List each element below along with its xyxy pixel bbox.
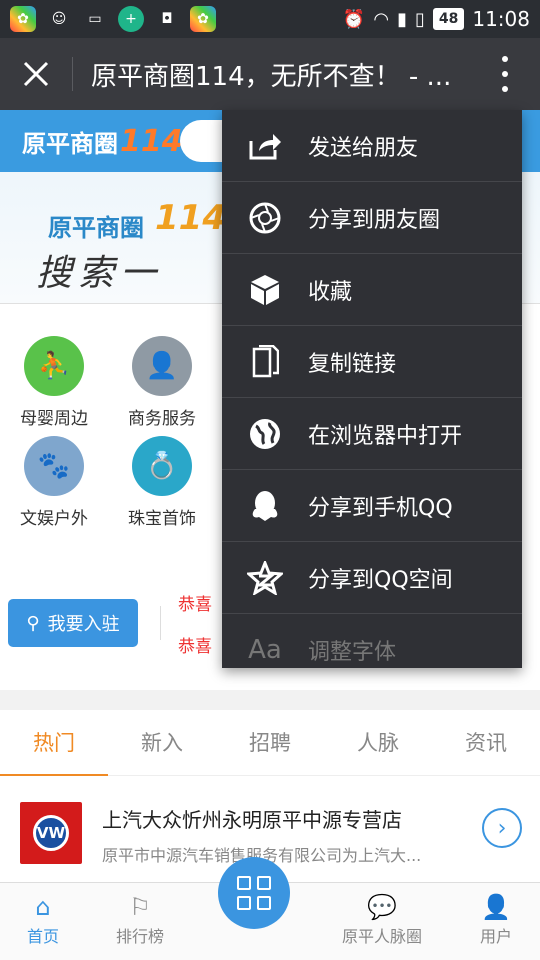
congrats-text: 恭喜 <box>178 595 212 615</box>
tab-new[interactable]: 新入 <box>108 710 216 775</box>
join-button[interactable]: ⚲ 我要入驻 <box>8 599 138 647</box>
grid-icon <box>237 876 271 910</box>
menu-favorite[interactable]: 收藏 <box>222 254 522 326</box>
flag-icon: ⚐ <box>129 893 151 921</box>
category-label: 母婴周边 <box>20 409 88 429</box>
plus-icon: + <box>118 6 144 32</box>
hero-title: 原平商圈 <box>48 214 144 242</box>
chevron-right-icon[interactable]: › <box>482 808 522 848</box>
nav-label: 用户 <box>479 927 512 946</box>
menu-label: 收藏 <box>308 279 353 305</box>
nav-label: 排行榜 <box>115 927 164 946</box>
page-title: 原平商圈114，无所不查！ - ... <box>91 61 452 92</box>
globe-icon <box>222 417 308 451</box>
category-label: 珠宝首饰 <box>128 509 196 529</box>
app-store-icon: ✿ <box>10 6 36 32</box>
battery-level: 48 <box>432 8 465 30</box>
hero-slogan: 搜索一 <box>36 253 163 294</box>
listing-description: 原平市中源汽车销售服务有限公司为上汽大... <box>102 846 422 865</box>
ring-icon: 💍 <box>132 436 192 496</box>
title-bar: 原平商圈114，无所不查！ - ... <box>0 38 540 110</box>
nav-network[interactable]: 💬 原平人脉圈 <box>332 893 432 947</box>
menu-label: 分享到手机QQ <box>308 495 453 521</box>
share-out-icon <box>222 131 308 161</box>
listing-title: 上汽大众忻州永明原平中源专营店 <box>102 808 402 832</box>
wifi-icon: ◠ <box>373 8 390 30</box>
home-icon: ⌂ <box>35 893 51 921</box>
title-divider <box>72 57 73 91</box>
menu-label: 复制链接 <box>308 351 397 377</box>
signal-icon: ▮ <box>397 8 407 30</box>
close-button[interactable] <box>0 38 72 110</box>
user-outline-icon: ⚲ <box>26 612 40 634</box>
user-icon: 👤 <box>481 893 511 921</box>
share-menu: 发送给朋友 分享到朋友圈 收藏 复制链接 在浏览器中打开 分享到手机QQ 分享到… <box>222 110 522 668</box>
paw-icon: 🐾 <box>24 436 84 496</box>
menu-copy-link[interactable]: 复制链接 <box>222 326 522 398</box>
nav-label: 原平人脉圈 <box>341 927 422 946</box>
qq-icon <box>222 489 308 523</box>
menu-label: 分享到QQ空间 <box>308 567 453 593</box>
clock: 11:08 <box>472 7 530 31</box>
alarm-icon: ⏰ <box>342 8 366 30</box>
aperture-icon <box>222 201 308 235</box>
more-dot <box>502 86 508 92</box>
tab-jobs[interactable]: 招聘 <box>216 710 324 775</box>
site-logo-text: 原平商圈 <box>22 129 118 158</box>
nav-ranking[interactable]: ⚐ 排行榜 <box>90 893 190 947</box>
menu-open-in-browser[interactable]: 在浏览器中打开 <box>222 398 522 470</box>
maternity-icon: ⛹ <box>24 336 84 396</box>
vw-badge-icon: VW <box>33 815 69 851</box>
menu-share-qzone[interactable]: 分享到QQ空间 <box>222 542 522 614</box>
bottom-nav: ⌂ 首页 ⚐ 排行榜 💬 原平人脉圈 👤 用户 <box>0 857 540 960</box>
shield-icon: ◘ <box>161 11 173 27</box>
more-options-button[interactable] <box>490 56 520 92</box>
category-label: 文娱户外 <box>20 509 88 529</box>
businessman-icon: 👤 <box>132 336 192 396</box>
sim-icon: ▯ <box>414 8 425 30</box>
menu-share-moments[interactable]: 分享到朋友圈 <box>222 182 522 254</box>
nav-home[interactable]: ⌂ 首页 <box>0 893 93 947</box>
menu-label: 在浏览器中打开 <box>308 423 463 449</box>
category-business[interactable]: 👤 商务服务 <box>112 336 212 429</box>
join-button-label: 我要入驻 <box>47 614 120 635</box>
menu-label: 调整字体 <box>308 640 397 665</box>
nav-label: 首页 <box>26 927 59 946</box>
tab-bar: 热门 新入 招聘 人脉 资讯 <box>0 710 540 776</box>
app-store-icon-2: ✿ <box>190 6 216 32</box>
face-icon: ☺ <box>51 11 67 27</box>
menu-label: 分享到朋友圈 <box>308 207 441 233</box>
status-bar: ✿ ☺ ▭ + ◘ ✿ ⏰ ◠ ▮ ▯ 48 11:08 <box>0 0 540 38</box>
category-jewelry[interactable]: 💍 珠宝首饰 <box>112 436 212 529</box>
congrats-text: 恭喜 <box>178 637 212 657</box>
tab-contacts[interactable]: 人脉 <box>324 710 432 775</box>
copy-icon <box>222 344 308 379</box>
menu-send-to-friend[interactable]: 发送给朋友 <box>222 110 522 182</box>
site-logo-number: 114 <box>120 123 183 159</box>
font-icon: Aa <box>248 635 282 665</box>
center-menu-button[interactable] <box>218 857 290 929</box>
menu-share-qq[interactable]: 分享到手机QQ <box>222 470 522 542</box>
menu-adjust-font[interactable]: Aa 调整字体 <box>222 614 522 668</box>
wechat-icon: 💬 <box>367 893 397 921</box>
close-icon <box>23 61 49 87</box>
hero-number: 114 <box>155 198 226 238</box>
qzone-star-icon <box>222 560 308 595</box>
category-label: 商务服务 <box>128 409 196 429</box>
more-dot <box>502 71 508 77</box>
divider <box>160 606 161 640</box>
menu-label: 发送给朋友 <box>308 135 419 161</box>
chat-bubble-icon: ▭ <box>88 11 102 27</box>
tab-hot[interactable]: 热门 <box>0 710 108 776</box>
volkswagen-logo: VW <box>20 802 82 864</box>
category-entertainment[interactable]: 🐾 文娱户外 <box>4 436 104 529</box>
category-maternity[interactable]: ⛹ 母婴周边 <box>4 336 104 429</box>
more-dot <box>502 56 508 62</box>
nav-user[interactable]: 👤 用户 <box>446 893 540 947</box>
tab-news[interactable]: 资讯 <box>432 710 540 775</box>
cube-icon <box>222 273 308 307</box>
section-gap <box>0 690 540 710</box>
